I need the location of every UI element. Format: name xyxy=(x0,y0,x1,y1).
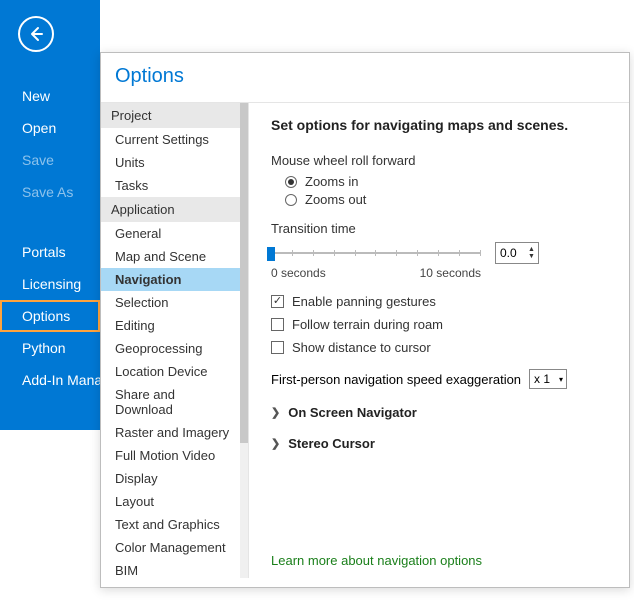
tree-item-selection[interactable]: Selection xyxy=(101,291,240,314)
checkbox-panning[interactable]: ✓ Enable panning gestures xyxy=(271,294,615,309)
tree-item-display[interactable]: Display xyxy=(101,467,240,490)
tree-item-editing[interactable]: Editing xyxy=(101,314,240,337)
tree-item-tasks[interactable]: Tasks xyxy=(101,174,240,197)
spin-buttons[interactable]: ▲▼ xyxy=(528,246,538,260)
chevron-down-icon: ▾ xyxy=(559,375,563,384)
tree-item-color-management[interactable]: Color Management xyxy=(101,536,240,559)
dialog-title: Options xyxy=(101,53,629,102)
radio-zooms-out[interactable]: Zooms out xyxy=(285,192,615,207)
tree-item-current-settings[interactable]: Current Settings xyxy=(101,128,240,151)
tree-item-units[interactable]: Units xyxy=(101,151,240,174)
expander-on-screen-label: On Screen Navigator xyxy=(288,405,417,420)
checkbox-follow-terrain[interactable]: Follow terrain during roam xyxy=(271,317,615,332)
radio-zooms-in[interactable]: Zooms in xyxy=(285,174,615,189)
tree-item-location-device[interactable]: Location Device xyxy=(101,360,240,383)
tree-item-bim[interactable]: BIM xyxy=(101,559,240,578)
expander-on-screen-navigator[interactable]: ❯ On Screen Navigator xyxy=(271,405,615,420)
speed-combo[interactable]: x 1 ▾ xyxy=(529,369,567,389)
backstage-item-save[interactable]: Save xyxy=(0,144,100,176)
slider-min-label: 0 seconds xyxy=(271,266,326,280)
tree-header-project: Project xyxy=(101,103,240,128)
speed-value: x 1 xyxy=(534,372,550,386)
options-content: Set options for navigating maps and scen… xyxy=(249,103,629,578)
tree-item-share-and-download[interactable]: Share and Download xyxy=(101,383,240,421)
transition-slider[interactable] xyxy=(271,244,481,262)
transition-value: 0.0 xyxy=(496,246,528,260)
backstage-item-options[interactable]: Options xyxy=(0,300,100,332)
transition-spinbox[interactable]: 0.0 ▲▼ xyxy=(495,242,539,264)
options-dialog: Options ProjectCurrent SettingsUnitsTask… xyxy=(100,52,630,588)
tree-scroll-thumb[interactable] xyxy=(240,103,248,443)
tree-item-layout[interactable]: Layout xyxy=(101,490,240,513)
radio-icon xyxy=(285,194,297,206)
speed-label: First-person navigation speed exaggerati… xyxy=(271,372,521,387)
arrow-left-icon xyxy=(27,25,45,43)
tree-item-text-and-graphics[interactable]: Text and Graphics xyxy=(101,513,240,536)
mouse-wheel-label: Mouse wheel roll forward xyxy=(271,153,615,168)
backstage-sidebar: NewOpenSaveSave As PortalsLicensingOptio… xyxy=(0,0,100,430)
chevron-right-icon: ❯ xyxy=(271,406,280,419)
backstage-item-portals[interactable]: Portals xyxy=(0,236,100,268)
backstage-item-new[interactable]: New xyxy=(0,80,100,112)
content-heading: Set options for navigating maps and scen… xyxy=(271,117,615,133)
checkbox-icon: ✓ xyxy=(271,295,284,308)
radio-zooms-in-label: Zooms in xyxy=(305,174,358,189)
backstage-item-open[interactable]: Open xyxy=(0,112,100,144)
tree-item-full-motion-video[interactable]: Full Motion Video xyxy=(101,444,240,467)
radio-icon xyxy=(285,176,297,188)
back-button[interactable] xyxy=(18,16,54,52)
options-tree: ProjectCurrent SettingsUnitsTasksApplica… xyxy=(101,103,249,578)
backstage-item-save-as[interactable]: Save As xyxy=(0,176,100,208)
checkbox-show-distance[interactable]: Show distance to cursor xyxy=(271,340,615,355)
slider-thumb[interactable] xyxy=(267,247,275,261)
backstage-item-licensing[interactable]: Licensing xyxy=(0,268,100,300)
tree-scrollbar[interactable] xyxy=(240,103,248,578)
tree-item-map-and-scene[interactable]: Map and Scene xyxy=(101,245,240,268)
radio-zooms-out-label: Zooms out xyxy=(305,192,366,207)
tree-item-geoprocessing[interactable]: Geoprocessing xyxy=(101,337,240,360)
backstage-item-python[interactable]: Python xyxy=(0,332,100,364)
tree-item-navigation[interactable]: Navigation xyxy=(101,268,240,291)
checkbox-icon xyxy=(271,318,284,331)
checkbox-follow-label: Follow terrain during roam xyxy=(292,317,443,332)
backstage-item-add-in-manager[interactable]: Add-In Manager xyxy=(0,364,100,396)
tree-item-general[interactable]: General xyxy=(101,222,240,245)
chevron-right-icon: ❯ xyxy=(271,437,280,450)
checkbox-panning-label: Enable panning gestures xyxy=(292,294,436,309)
transition-label: Transition time xyxy=(271,221,615,236)
checkbox-distance-label: Show distance to cursor xyxy=(292,340,431,355)
learn-more-link[interactable]: Learn more about navigation options xyxy=(271,553,482,568)
tree-header-application: Application xyxy=(101,197,240,222)
expander-stereo-cursor[interactable]: ❯ Stereo Cursor xyxy=(271,436,615,451)
slider-max-label: 10 seconds xyxy=(420,266,481,280)
expander-stereo-label: Stereo Cursor xyxy=(288,436,375,451)
tree-item-raster-and-imagery[interactable]: Raster and Imagery xyxy=(101,421,240,444)
checkbox-icon xyxy=(271,341,284,354)
